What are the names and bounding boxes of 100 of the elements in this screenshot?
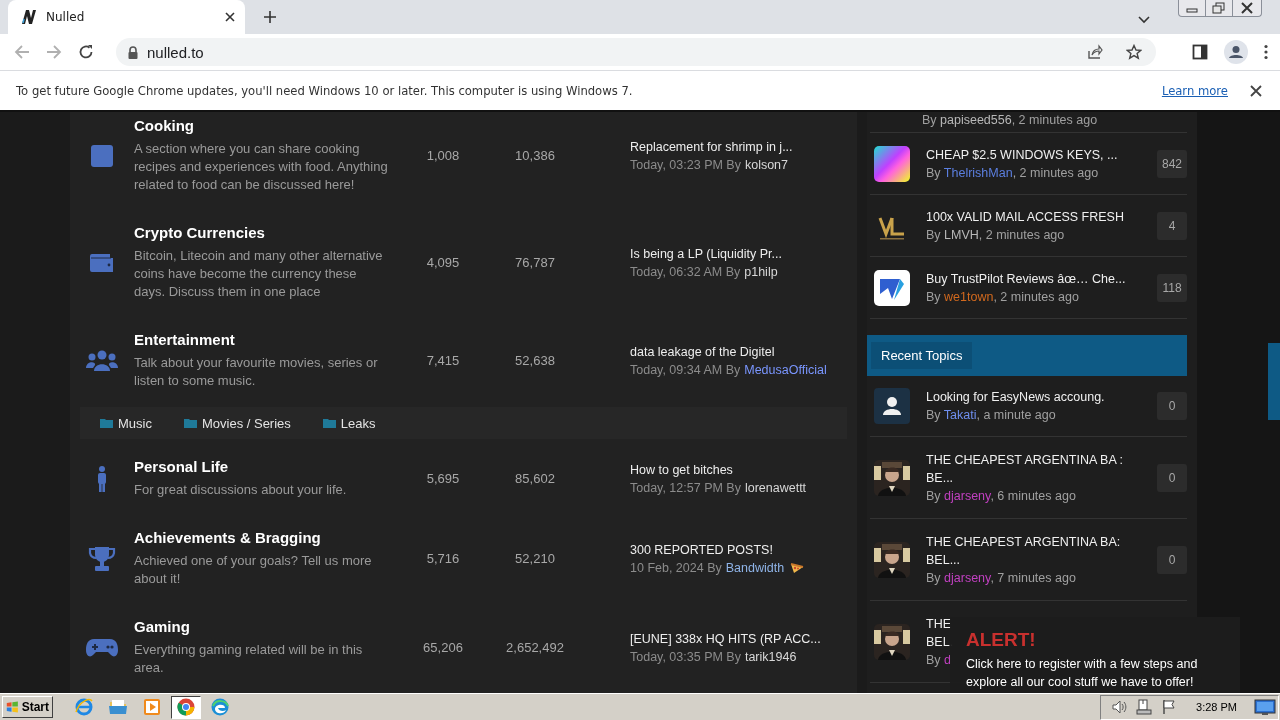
logo-icon <box>874 269 910 306</box>
share-icon[interactable] <box>1087 44 1103 60</box>
post-count: 76,787 <box>514 255 556 270</box>
alert-title: ALERT! <box>966 629 1037 651</box>
topic-title[interactable]: 100x VALID MAIL ACCESS FRESH <box>926 207 1157 226</box>
forum-description: A section where you can share cooking recipes and experiences with food. Anything related to food can be discussed here! <box>134 140 389 194</box>
trophy-icon <box>88 545 116 572</box>
person-icon <box>97 465 107 492</box>
forum-description: For great discussions about your life. <box>134 481 348 499</box>
browser-tab[interactable]: Nulled <box>8 0 245 34</box>
author-link[interactable]: p1hilp <box>744 262 778 281</box>
topic-title[interactable]: THE CHEAPEST ARGENTINA BA : BE... <box>926 450 1157 487</box>
author-link[interactable]: kolson7 <box>744 155 789 174</box>
topic-byline: By djarseny, 6 minutes ago <box>926 487 1077 505</box>
last-post-link[interactable]: Replacement for shrimp in j... <box>630 137 857 156</box>
subforum-link[interactable]: Leaks <box>322 415 376 431</box>
topic-count: 5,716 <box>425 551 461 566</box>
folder-icon <box>183 418 197 428</box>
topic-count: 1,008 <box>425 148 461 163</box>
forum-description: Everything gaming related will be in this area. <box>134 641 364 677</box>
post-count: 85,602 <box>514 471 556 486</box>
flag-icon[interactable] <box>1161 699 1178 715</box>
clock[interactable]: 3:28 PM <box>1196 701 1237 713</box>
post-count: 2,652,492 <box>505 640 565 655</box>
forum-title[interactable]: Personal Life <box>134 458 396 475</box>
reply-count: 4 <box>1157 211 1187 240</box>
new-tab-icon[interactable] <box>263 10 277 24</box>
reply-count: 842 <box>1157 149 1187 178</box>
windows-logo-icon <box>6 700 19 714</box>
media-player-icon <box>142 697 162 717</box>
author-link[interactable]: d <box>944 652 951 667</box>
learn-more-link[interactable]: Learn more <box>1161 83 1228 98</box>
close-icon[interactable] <box>225 12 235 22</box>
group-icon <box>86 349 118 372</box>
network-icon[interactable] <box>1136 699 1153 715</box>
folder-icon <box>100 418 113 428</box>
topic-count: 7,415 <box>425 353 461 368</box>
forum-title[interactable]: Achievements & Bragging <box>134 529 396 546</box>
edge-icon <box>210 697 230 717</box>
last-post-link[interactable]: How to get bitches <box>630 460 857 479</box>
user-icon <box>874 388 910 424</box>
folder-icon <box>322 418 336 428</box>
author-link[interactable]: Bandwidth <box>725 558 785 577</box>
forum-title[interactable]: Crypto Currencies <box>134 224 396 241</box>
topic-title[interactable]: Buy TrustPilot Reviews âœ… Che... <box>926 269 1157 288</box>
infobar-message: To get future Google Chrome updates, you'll need Windows 10 or later. This computer is using Windows 7. <box>16 83 633 98</box>
close-icon[interactable] <box>1250 84 1262 97</box>
subforum-link[interactable]: Music <box>100 415 152 431</box>
topic-byline: By we1town, 2 minutes ago <box>926 288 1080 306</box>
show-desktop-icon[interactable] <box>1254 698 1276 716</box>
last-post-link[interactable]: [EUNE] 338x HQ HITS (RP ACC... <box>630 629 857 648</box>
topic-count: 5,695 <box>425 471 461 486</box>
topic-byline: By djarseny, 7 minutes ago <box>926 569 1077 587</box>
last-post-meta: Today, 03:23 PM By kolson7 <box>630 155 790 174</box>
folder-icon <box>108 697 128 717</box>
author-link[interactable]: lorenawettt <box>744 478 807 497</box>
start-button[interactable]: Start <box>2 696 53 718</box>
topic-byline: By LMVH, 2 minutes ago <box>926 226 1066 244</box>
reply-count: 118 <box>1157 273 1187 302</box>
last-post-meta: Today, 09:34 AM By MedusaOfficial <box>630 360 828 379</box>
post-count: 52,638 <box>514 353 556 368</box>
site-logo-icon <box>20 8 38 26</box>
topic-count: 65,206 <box>422 640 464 655</box>
author-link[interactable]: Takati <box>943 408 977 422</box>
author-link[interactable]: MedusaOfficial <box>744 360 827 379</box>
last-post-link[interactable]: data leakage of the Digitel <box>630 342 857 361</box>
forum-description: Talk about your favourite movies, series or listen to some music. <box>134 354 379 390</box>
post-count: 10,386 <box>514 148 556 163</box>
menu-icon[interactable] <box>1264 44 1268 60</box>
topic-count: 4,095 <box>425 255 461 270</box>
author-link[interactable]: LMVH <box>944 227 979 242</box>
section-tab[interactable]: Recent Topics <box>871 342 973 369</box>
last-post-meta: Today, 03:35 PM By tarik1946 <box>630 647 798 666</box>
address-bar[interactable]: nulled.to <box>116 38 1156 66</box>
topic-title[interactable]: CHEAP $2.5 WINDOWS KEYS, ... <box>926 145 1157 164</box>
topic-byline: By Takati, a minute ago <box>926 407 1057 424</box>
reload-icon[interactable] <box>78 44 94 60</box>
star-icon[interactable] <box>1126 44 1142 60</box>
taskbar-app[interactable] <box>171 695 201 719</box>
forum-title[interactable]: Gaming <box>134 618 396 635</box>
topic-title[interactable]: Looking for EasyNews accoung. <box>926 388 1157 406</box>
speaker-icon[interactable] <box>1111 699 1128 715</box>
chrome-icon <box>176 697 196 717</box>
last-post-link[interactable]: 300 REPORTED POSTS! <box>630 540 857 559</box>
last-post-link[interactable]: Is being a LP (Liquidity Pr... <box>630 244 857 263</box>
author-link[interactable]: ThelrishMan <box>943 165 1013 180</box>
forum-title[interactable]: Entertainment <box>134 331 396 348</box>
chevron-down-icon[interactable] <box>1138 16 1150 24</box>
alert-popup[interactable]: ALERT! Click here to register with a few steps and explore all our cool stuff we have to offer! <box>950 617 1240 693</box>
profile-icon[interactable] <box>1224 40 1248 64</box>
post-count: 52,210 <box>514 551 556 566</box>
forum-title[interactable]: Cooking <box>134 117 396 134</box>
gamepad-icon <box>86 637 118 658</box>
topic-title[interactable]: THE CHEAPEST ARGENTINA BA: BEL... <box>926 532 1157 569</box>
reply-count: 0 <box>1157 463 1187 492</box>
side-panel-icon[interactable] <box>1192 44 1208 60</box>
author-link[interactable]: papiseed556 <box>940 113 1012 127</box>
author-link[interactable]: tarik1946 <box>744 647 797 666</box>
reply-count: 0 <box>1157 392 1187 420</box>
subforum-link[interactable]: Movies / Series <box>183 415 291 431</box>
